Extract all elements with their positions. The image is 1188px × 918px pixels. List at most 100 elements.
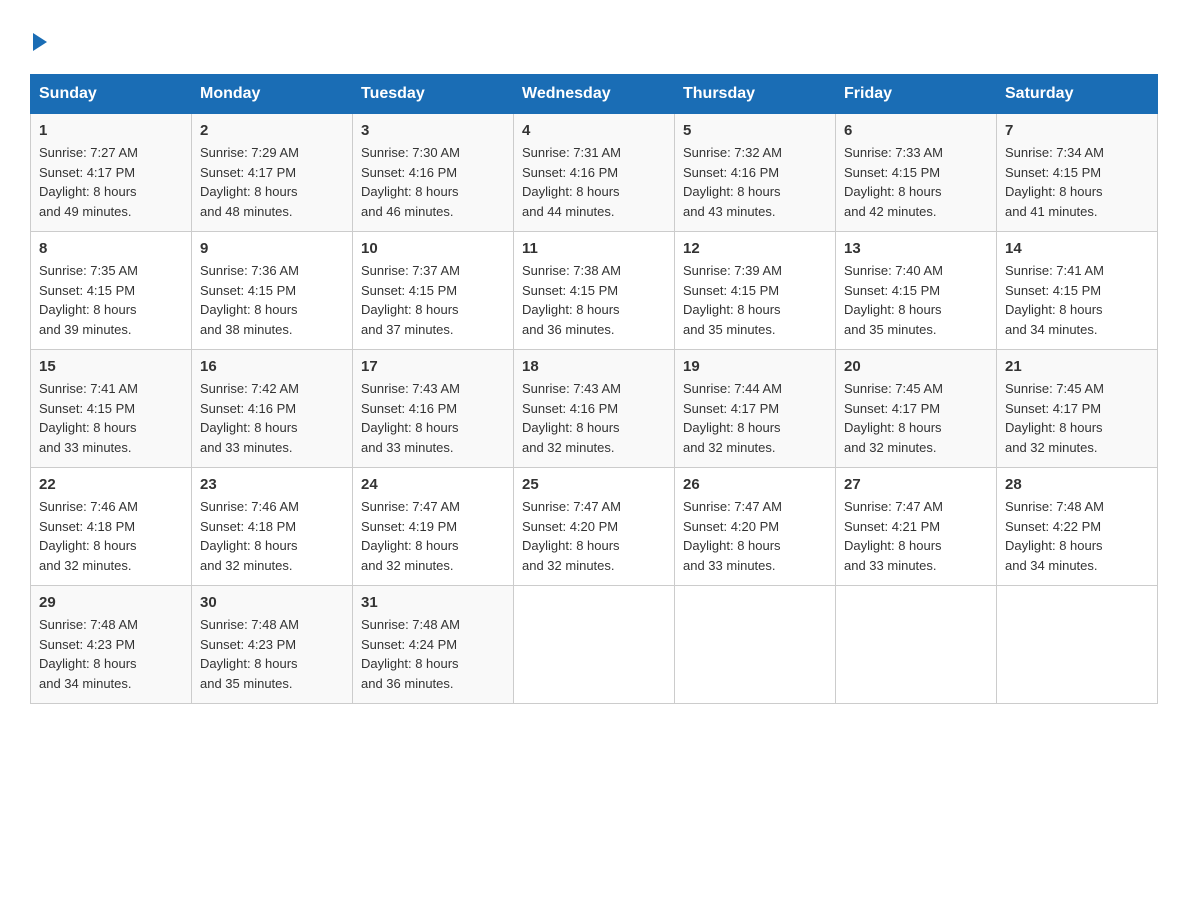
day-number: 12	[683, 240, 827, 257]
calendar-day	[514, 586, 675, 704]
col-header-wednesday: Wednesday	[514, 75, 675, 114]
day-number: 13	[844, 240, 988, 257]
day-info: Sunrise: 7:48 AM Sunset: 4:23 PM Dayligh…	[200, 615, 344, 693]
day-info: Sunrise: 7:48 AM Sunset: 4:22 PM Dayligh…	[1005, 497, 1149, 575]
calendar-week-2: 8 Sunrise: 7:35 AM Sunset: 4:15 PM Dayli…	[31, 232, 1158, 350]
day-number: 2	[200, 122, 344, 139]
day-info: Sunrise: 7:48 AM Sunset: 4:23 PM Dayligh…	[39, 615, 183, 693]
day-info: Sunrise: 7:41 AM Sunset: 4:15 PM Dayligh…	[39, 379, 183, 457]
calendar-header-row: SundayMondayTuesdayWednesdayThursdayFrid…	[31, 75, 1158, 114]
calendar-week-5: 29 Sunrise: 7:48 AM Sunset: 4:23 PM Dayl…	[31, 586, 1158, 704]
day-number: 24	[361, 476, 505, 493]
day-info: Sunrise: 7:46 AM Sunset: 4:18 PM Dayligh…	[200, 497, 344, 575]
calendar-day: 16 Sunrise: 7:42 AM Sunset: 4:16 PM Dayl…	[192, 350, 353, 468]
calendar-day: 21 Sunrise: 7:45 AM Sunset: 4:17 PM Dayl…	[997, 350, 1158, 468]
day-info: Sunrise: 7:48 AM Sunset: 4:24 PM Dayligh…	[361, 615, 505, 693]
day-info: Sunrise: 7:32 AM Sunset: 4:16 PM Dayligh…	[683, 143, 827, 221]
day-number: 20	[844, 358, 988, 375]
col-header-saturday: Saturday	[997, 75, 1158, 114]
day-info: Sunrise: 7:39 AM Sunset: 4:15 PM Dayligh…	[683, 261, 827, 339]
day-info: Sunrise: 7:41 AM Sunset: 4:15 PM Dayligh…	[1005, 261, 1149, 339]
col-header-sunday: Sunday	[31, 75, 192, 114]
calendar-day: 10 Sunrise: 7:37 AM Sunset: 4:15 PM Dayl…	[353, 232, 514, 350]
day-number: 18	[522, 358, 666, 375]
calendar-day: 7 Sunrise: 7:34 AM Sunset: 4:15 PM Dayli…	[997, 114, 1158, 232]
col-header-monday: Monday	[192, 75, 353, 114]
calendar-day: 5 Sunrise: 7:32 AM Sunset: 4:16 PM Dayli…	[675, 114, 836, 232]
day-number: 21	[1005, 358, 1149, 375]
col-header-thursday: Thursday	[675, 75, 836, 114]
day-info: Sunrise: 7:36 AM Sunset: 4:15 PM Dayligh…	[200, 261, 344, 339]
day-number: 15	[39, 358, 183, 375]
calendar-day: 28 Sunrise: 7:48 AM Sunset: 4:22 PM Dayl…	[997, 468, 1158, 586]
day-number: 23	[200, 476, 344, 493]
day-info: Sunrise: 7:43 AM Sunset: 4:16 PM Dayligh…	[522, 379, 666, 457]
calendar-day: 17 Sunrise: 7:43 AM Sunset: 4:16 PM Dayl…	[353, 350, 514, 468]
day-number: 3	[361, 122, 505, 139]
day-number: 10	[361, 240, 505, 257]
day-number: 16	[200, 358, 344, 375]
day-info: Sunrise: 7:34 AM Sunset: 4:15 PM Dayligh…	[1005, 143, 1149, 221]
day-info: Sunrise: 7:47 AM Sunset: 4:21 PM Dayligh…	[844, 497, 988, 575]
day-number: 6	[844, 122, 988, 139]
calendar-day: 25 Sunrise: 7:47 AM Sunset: 4:20 PM Dayl…	[514, 468, 675, 586]
day-number: 25	[522, 476, 666, 493]
day-number: 5	[683, 122, 827, 139]
logo-triangle-icon	[33, 33, 47, 51]
calendar-day: 29 Sunrise: 7:48 AM Sunset: 4:23 PM Dayl…	[31, 586, 192, 704]
calendar-day: 26 Sunrise: 7:47 AM Sunset: 4:20 PM Dayl…	[675, 468, 836, 586]
calendar-day: 18 Sunrise: 7:43 AM Sunset: 4:16 PM Dayl…	[514, 350, 675, 468]
day-number: 22	[39, 476, 183, 493]
calendar-day: 30 Sunrise: 7:48 AM Sunset: 4:23 PM Dayl…	[192, 586, 353, 704]
calendar-day	[836, 586, 997, 704]
calendar-day: 27 Sunrise: 7:47 AM Sunset: 4:21 PM Dayl…	[836, 468, 997, 586]
day-number: 14	[1005, 240, 1149, 257]
calendar-day: 11 Sunrise: 7:38 AM Sunset: 4:15 PM Dayl…	[514, 232, 675, 350]
calendar-day: 15 Sunrise: 7:41 AM Sunset: 4:15 PM Dayl…	[31, 350, 192, 468]
day-number: 31	[361, 594, 505, 611]
calendar-day	[997, 586, 1158, 704]
day-info: Sunrise: 7:47 AM Sunset: 4:19 PM Dayligh…	[361, 497, 505, 575]
day-number: 27	[844, 476, 988, 493]
calendar-day: 4 Sunrise: 7:31 AM Sunset: 4:16 PM Dayli…	[514, 114, 675, 232]
calendar-day: 3 Sunrise: 7:30 AM Sunset: 4:16 PM Dayli…	[353, 114, 514, 232]
calendar-day: 22 Sunrise: 7:46 AM Sunset: 4:18 PM Dayl…	[31, 468, 192, 586]
day-info: Sunrise: 7:45 AM Sunset: 4:17 PM Dayligh…	[844, 379, 988, 457]
day-info: Sunrise: 7:40 AM Sunset: 4:15 PM Dayligh…	[844, 261, 988, 339]
day-info: Sunrise: 7:44 AM Sunset: 4:17 PM Dayligh…	[683, 379, 827, 457]
day-info: Sunrise: 7:38 AM Sunset: 4:15 PM Dayligh…	[522, 261, 666, 339]
col-header-tuesday: Tuesday	[353, 75, 514, 114]
day-info: Sunrise: 7:45 AM Sunset: 4:17 PM Dayligh…	[1005, 379, 1149, 457]
day-number: 17	[361, 358, 505, 375]
day-info: Sunrise: 7:37 AM Sunset: 4:15 PM Dayligh…	[361, 261, 505, 339]
calendar-day: 9 Sunrise: 7:36 AM Sunset: 4:15 PM Dayli…	[192, 232, 353, 350]
calendar-day: 24 Sunrise: 7:47 AM Sunset: 4:19 PM Dayl…	[353, 468, 514, 586]
day-info: Sunrise: 7:31 AM Sunset: 4:16 PM Dayligh…	[522, 143, 666, 221]
day-info: Sunrise: 7:42 AM Sunset: 4:16 PM Dayligh…	[200, 379, 344, 457]
calendar-day: 12 Sunrise: 7:39 AM Sunset: 4:15 PM Dayl…	[675, 232, 836, 350]
calendar-table: SundayMondayTuesdayWednesdayThursdayFrid…	[30, 74, 1158, 704]
calendar-week-3: 15 Sunrise: 7:41 AM Sunset: 4:15 PM Dayl…	[31, 350, 1158, 468]
day-number: 11	[522, 240, 666, 257]
calendar-day	[675, 586, 836, 704]
page-header	[30, 20, 1158, 54]
day-info: Sunrise: 7:27 AM Sunset: 4:17 PM Dayligh…	[39, 143, 183, 221]
day-number: 29	[39, 594, 183, 611]
calendar-day: 1 Sunrise: 7:27 AM Sunset: 4:17 PM Dayli…	[31, 114, 192, 232]
day-info: Sunrise: 7:43 AM Sunset: 4:16 PM Dayligh…	[361, 379, 505, 457]
calendar-day: 23 Sunrise: 7:46 AM Sunset: 4:18 PM Dayl…	[192, 468, 353, 586]
day-number: 28	[1005, 476, 1149, 493]
day-info: Sunrise: 7:29 AM Sunset: 4:17 PM Dayligh…	[200, 143, 344, 221]
day-info: Sunrise: 7:30 AM Sunset: 4:16 PM Dayligh…	[361, 143, 505, 221]
logo	[30, 20, 47, 54]
calendar-day: 20 Sunrise: 7:45 AM Sunset: 4:17 PM Dayl…	[836, 350, 997, 468]
day-number: 30	[200, 594, 344, 611]
day-number: 1	[39, 122, 183, 139]
day-info: Sunrise: 7:33 AM Sunset: 4:15 PM Dayligh…	[844, 143, 988, 221]
day-number: 19	[683, 358, 827, 375]
day-info: Sunrise: 7:35 AM Sunset: 4:15 PM Dayligh…	[39, 261, 183, 339]
calendar-day: 8 Sunrise: 7:35 AM Sunset: 4:15 PM Dayli…	[31, 232, 192, 350]
day-number: 4	[522, 122, 666, 139]
calendar-week-1: 1 Sunrise: 7:27 AM Sunset: 4:17 PM Dayli…	[31, 114, 1158, 232]
calendar-day: 19 Sunrise: 7:44 AM Sunset: 4:17 PM Dayl…	[675, 350, 836, 468]
